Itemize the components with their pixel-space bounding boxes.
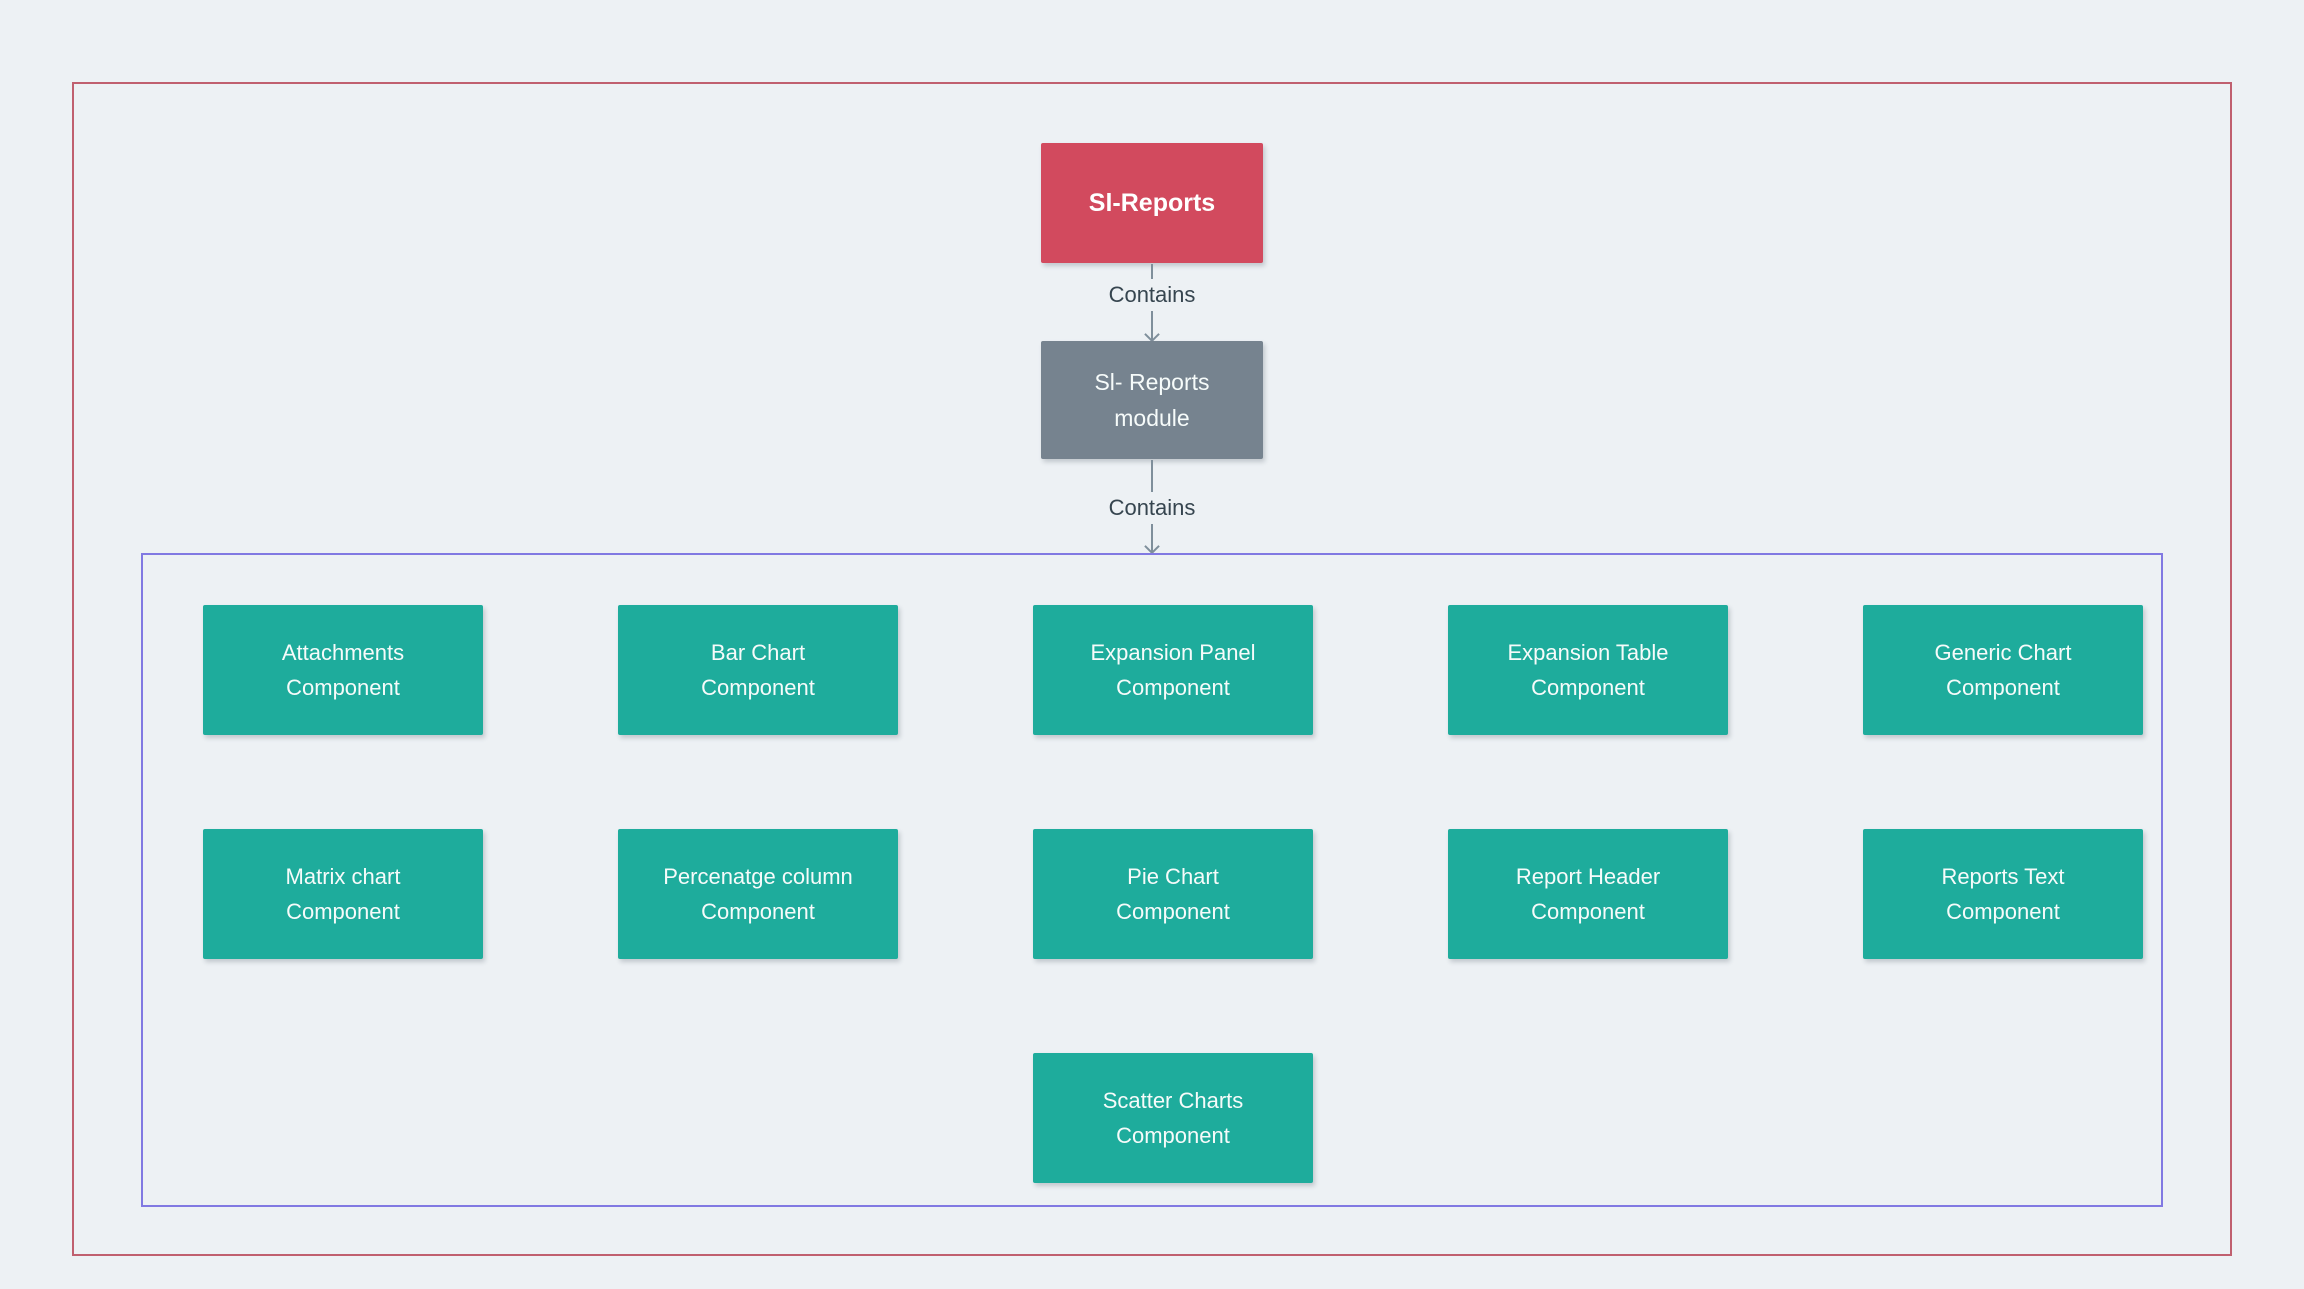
node-bar-chart-component[interactable]: Bar Chart Component bbox=[618, 605, 898, 735]
connector-contains-1: Contains bbox=[1041, 264, 1263, 341]
connector-label: Contains bbox=[1109, 492, 1196, 524]
node-sl-reports-module[interactable]: Sl- Reports module bbox=[1041, 341, 1263, 459]
node-percenatge-column-component[interactable]: Percenatge column Component bbox=[618, 829, 898, 959]
connector-line bbox=[1151, 460, 1153, 492]
connector-contains-2: Contains bbox=[1041, 460, 1263, 553]
connector-line bbox=[1151, 264, 1153, 279]
node-attachments-component[interactable]: Attachments Component bbox=[203, 605, 483, 735]
node-expansion-panel-component[interactable]: Expansion Panel Component bbox=[1033, 605, 1313, 735]
node-matrix-chart-component[interactable]: Matrix chart Component bbox=[203, 829, 483, 959]
node-pie-chart-component[interactable]: Pie Chart Component bbox=[1033, 829, 1313, 959]
connector-label: Contains bbox=[1109, 279, 1196, 311]
node-sl-reports[interactable]: Sl-Reports bbox=[1041, 143, 1263, 263]
arrow-down-icon bbox=[1151, 524, 1153, 553]
node-reports-text-component[interactable]: Reports Text Component bbox=[1863, 829, 2143, 959]
node-scatter-charts-component[interactable]: Scatter Charts Component bbox=[1033, 1053, 1313, 1183]
node-generic-chart-component[interactable]: Generic Chart Component bbox=[1863, 605, 2143, 735]
components-container-frame: Attachments Component Bar Chart Componen… bbox=[141, 553, 2163, 1207]
diagram-canvas: Sl-Reports Contains Sl- Reports module C… bbox=[0, 0, 2304, 1289]
arrow-down-icon bbox=[1151, 311, 1153, 341]
node-expansion-table-component[interactable]: Expansion Table Component bbox=[1448, 605, 1728, 735]
node-report-header-component[interactable]: Report Header Component bbox=[1448, 829, 1728, 959]
